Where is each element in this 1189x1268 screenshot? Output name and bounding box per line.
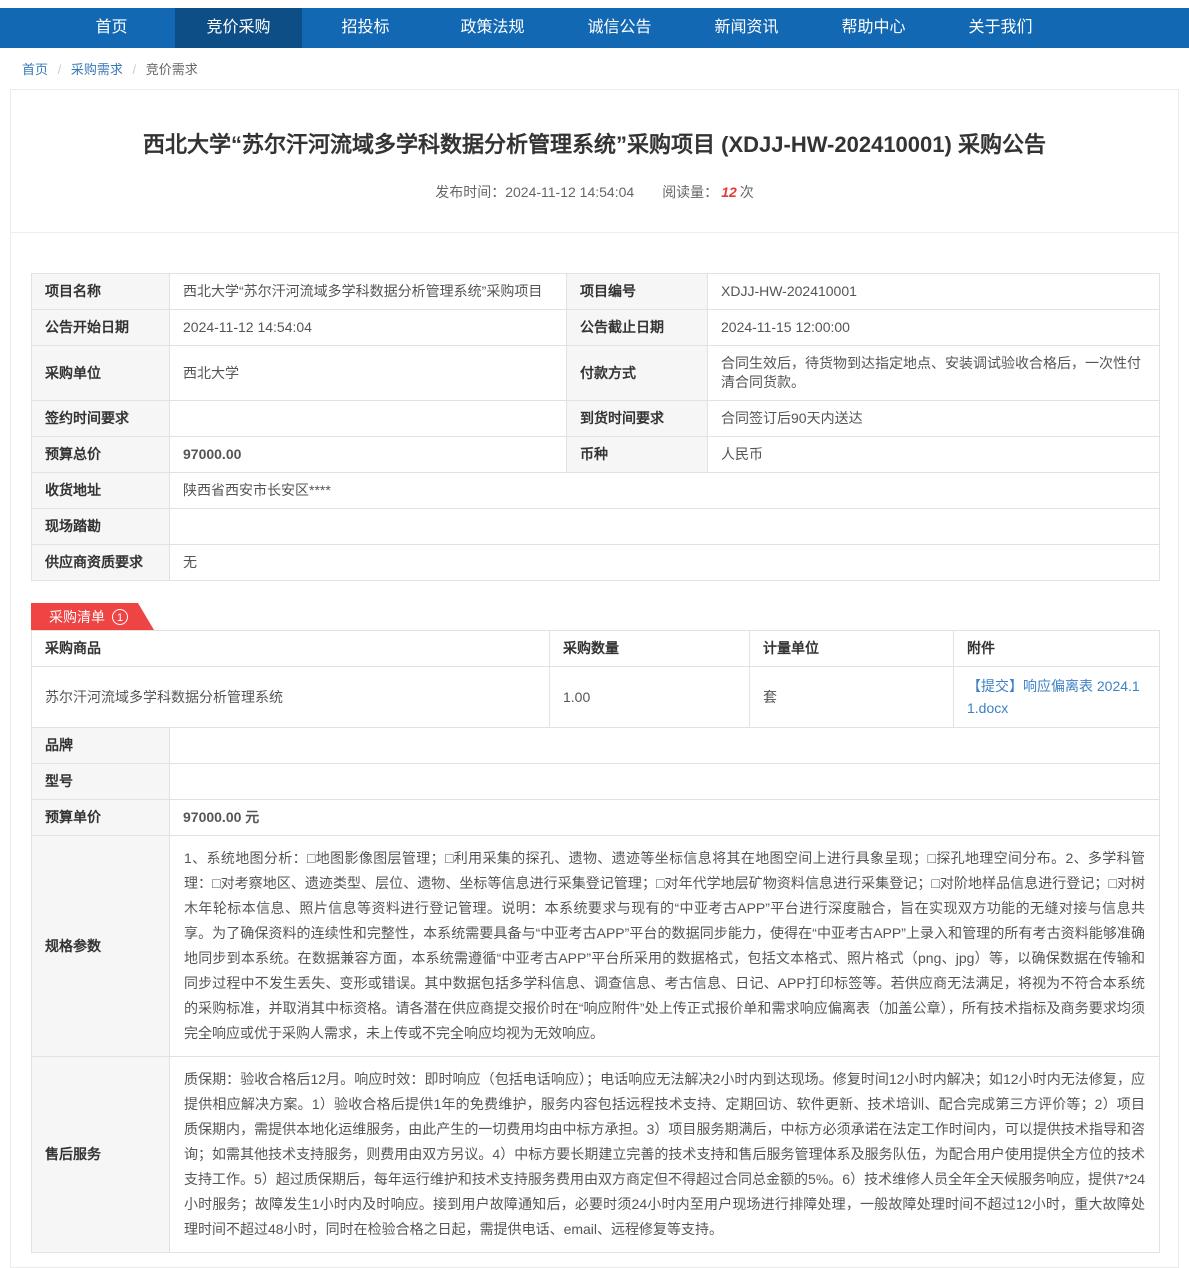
- address-label: 收货地址: [32, 473, 170, 509]
- model-label: 型号: [32, 764, 170, 800]
- breadcrumb: 首页 / 采购需求 / 竞价需求: [0, 48, 1189, 89]
- purchase-list-count-badge: 1: [112, 609, 128, 625]
- nav-item-about-us[interactable]: 关于我们: [937, 8, 1064, 48]
- purchase-list-badge-label: 采购清单: [49, 607, 105, 627]
- announcement-meta: 发布时间：2024-11-12 14:54:04 阅读量：12次: [11, 182, 1178, 233]
- currency-value: 人民币: [708, 437, 1160, 473]
- address-value: 陕西省西安市长安区****: [170, 473, 1160, 509]
- table-header-row: 采购商品 采购数量 计量单位 附件: [32, 631, 1160, 667]
- unit-column-header: 计量单位: [750, 631, 954, 667]
- nav-item-bidding-purchase[interactable]: 竞价采购: [175, 8, 302, 48]
- publish-time-label: 发布时间：: [435, 184, 505, 200]
- payment-value: 合同生效后，待货物到达指定地点、安装调试验收合格后，一次性付清合同货款。: [708, 346, 1160, 401]
- budget-total-value: 97000.00: [170, 437, 567, 473]
- table-row: 供应商资质要求 无: [32, 545, 1160, 581]
- table-row: 售后服务 质保期：验收合格后12月。响应时效：即时响应（包括电话响应）；电话响应…: [32, 1057, 1160, 1253]
- qualification-label: 供应商资质要求: [32, 545, 170, 581]
- spec-label: 规格参数: [32, 836, 170, 1057]
- site-visit-value: [170, 509, 1160, 545]
- quantity-column-header: 采购数量: [550, 631, 750, 667]
- top-nav: 首页 竞价采购 招投标 政策法规 诚信公告 新闻资讯 帮助中心 关于我们: [0, 8, 1189, 48]
- quantity-cell: 1.00: [550, 667, 750, 728]
- service-value: 质保期：验收合格后12月。响应时效：即时响应（包括电话响应）；电话响应无法解决2…: [170, 1057, 1160, 1253]
- nav-item-help-center[interactable]: 帮助中心: [810, 8, 937, 48]
- breadcrumb-separator: /: [58, 62, 62, 77]
- end-date-value: 2024-11-15 12:00:00: [708, 310, 1160, 346]
- unit-price-value: 97000.00 元: [170, 800, 1160, 836]
- table-row: 预算单价 97000.00 元: [32, 800, 1160, 836]
- spec-value: 1、系统地图分析：□地图影像图层管理；□利用采集的探孔、遗物、遗迹等坐标信息将其…: [170, 836, 1160, 1057]
- announcement-card: 西北大学“苏尔汗河流域多学科数据分析管理系统”采购项目 (XDJJ-HW-202…: [10, 89, 1179, 1268]
- nav-item-news[interactable]: 新闻资讯: [683, 8, 810, 48]
- product-column-header: 采购商品: [32, 631, 550, 667]
- read-count-unit: 次: [740, 184, 754, 200]
- table-row: 预算总价 97000.00 币种 人民币: [32, 437, 1160, 473]
- read-count-value: 12: [721, 184, 737, 200]
- breadcrumb-section-link[interactable]: 采购需求: [71, 62, 123, 77]
- publish-time-value: 2024-11-12 14:54:04: [505, 184, 634, 200]
- model-value: [170, 764, 1160, 800]
- table-row: 现场踏勘: [32, 509, 1160, 545]
- breadcrumb-current: 竞价需求: [146, 62, 198, 77]
- nav-item-tender[interactable]: 招投标: [302, 8, 429, 48]
- table-row: 苏尔汗河流域多学科数据分析管理系统 1.00 套 【提交】响应偏离表 2024.…: [32, 667, 1160, 728]
- project-code-label: 项目编号: [567, 274, 708, 310]
- budget-total-label: 预算总价: [32, 437, 170, 473]
- attachment-column-header: 附件: [954, 631, 1160, 667]
- start-date-value: 2024-11-12 14:54:04: [170, 310, 567, 346]
- purchase-list-badge: 采购清单 1: [31, 603, 154, 630]
- purchaser-label: 采购单位: [32, 346, 170, 401]
- project-name-label: 项目名称: [32, 274, 170, 310]
- page-title: 西北大学“苏尔汗河流域多学科数据分析管理系统”采购项目 (XDJJ-HW-202…: [11, 90, 1178, 182]
- nav-item-policy[interactable]: 政策法规: [429, 8, 556, 48]
- product-name-cell: 苏尔汗河流域多学科数据分析管理系统: [32, 667, 550, 728]
- nav-item-integrity-notice[interactable]: 诚信公告: [556, 8, 683, 48]
- sign-time-value: [170, 401, 567, 437]
- purchaser-value: 西北大学: [170, 346, 567, 401]
- unit-price-label: 预算单价: [32, 800, 170, 836]
- project-name-value: 西北大学“苏尔汗河流域多学科数据分析管理系统”采购项目: [170, 274, 567, 310]
- breadcrumb-home-link[interactable]: 首页: [22, 62, 48, 77]
- project-code-value: XDJJ-HW-202410001: [708, 274, 1160, 310]
- table-row: 规格参数 1、系统地图分析：□地图影像图层管理；□利用采集的探孔、遗物、遗迹等坐…: [32, 836, 1160, 1057]
- brand-value: [170, 728, 1160, 764]
- table-row: 品牌: [32, 728, 1160, 764]
- table-row: 项目名称 西北大学“苏尔汗河流域多学科数据分析管理系统”采购项目 项目编号 XD…: [32, 274, 1160, 310]
- site-visit-label: 现场踏勘: [32, 509, 170, 545]
- currency-label: 币种: [567, 437, 708, 473]
- qualification-value: 无: [170, 545, 1160, 581]
- project-info-table: 项目名称 西北大学“苏尔汗河流域多学科数据分析管理系统”采购项目 项目编号 XD…: [31, 273, 1160, 581]
- end-date-label: 公告截止日期: [567, 310, 708, 346]
- read-count-label: 阅读量：: [662, 184, 718, 200]
- table-row: 公告开始日期 2024-11-12 14:54:04 公告截止日期 2024-1…: [32, 310, 1160, 346]
- nav-item-home[interactable]: 首页: [48, 8, 175, 48]
- sign-time-label: 签约时间要求: [32, 401, 170, 437]
- attachment-cell: 【提交】响应偏离表 2024.11.docx: [954, 667, 1160, 728]
- table-row: 型号: [32, 764, 1160, 800]
- delivery-time-label: 到货时间要求: [567, 401, 708, 437]
- table-row: 采购单位 西北大学 付款方式 合同生效后，待货物到达指定地点、安装调试验收合格后…: [32, 346, 1160, 401]
- service-label: 售后服务: [32, 1057, 170, 1253]
- attachment-download-link[interactable]: 【提交】响应偏离表 2024.11.docx: [967, 678, 1140, 716]
- table-row: 签约时间要求 到货时间要求 合同签订后90天内送达: [32, 401, 1160, 437]
- brand-label: 品牌: [32, 728, 170, 764]
- start-date-label: 公告开始日期: [32, 310, 170, 346]
- item-detail-table: 品牌 型号 预算单价 97000.00 元 规格参数 1、系统地图分析：□地图影…: [31, 727, 1160, 1253]
- purchase-list-header: 采购清单 1: [31, 603, 1158, 630]
- unit-cell: 套: [750, 667, 954, 728]
- payment-label: 付款方式: [567, 346, 708, 401]
- table-row: 收货地址 陕西省西安市长安区****: [32, 473, 1160, 509]
- delivery-time-value: 合同签订后90天内送达: [708, 401, 1160, 437]
- purchase-items-table: 采购商品 采购数量 计量单位 附件 苏尔汗河流域多学科数据分析管理系统 1.00…: [31, 630, 1160, 728]
- breadcrumb-separator: /: [133, 62, 137, 77]
